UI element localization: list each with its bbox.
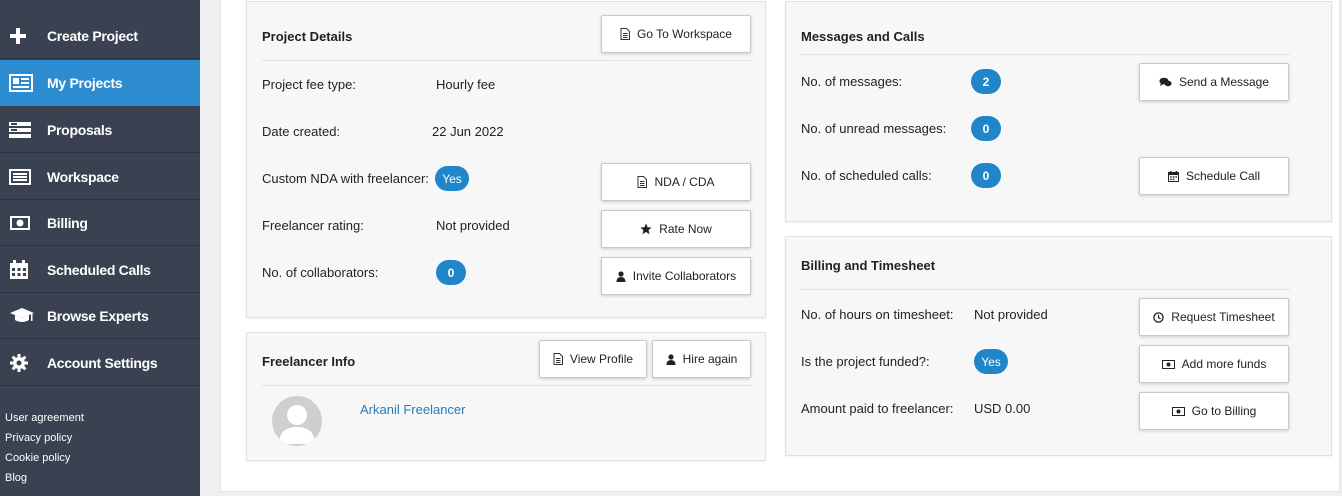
money-icon (0, 215, 47, 231)
chat-icon (1159, 77, 1172, 88)
freelancer-name-link[interactable]: Arkanil Freelancer (360, 402, 466, 417)
proposals-icon (0, 121, 47, 139)
card-title: Project Details (262, 29, 353, 44)
sidebar-item-label: Account Settings (47, 354, 158, 371)
sidebar-item-proposals[interactable]: Proposals (0, 107, 200, 153)
unread-count-badge: 0 (971, 116, 1001, 141)
sidebar-item-scheduled-calls[interactable]: Scheduled Calls (0, 247, 200, 293)
user-agreement-link[interactable]: User agreement (5, 408, 84, 428)
graduation-cap-icon (0, 307, 47, 325)
unread-count-label: No. of unread messages: (801, 121, 947, 136)
sidebar-item-label: Create Project (47, 27, 138, 44)
money-icon (1161, 359, 1175, 369)
sidebar-item-label: Scheduled Calls (47, 261, 151, 278)
collaborators-label: No. of collaborators: (262, 265, 379, 280)
freelancer-info-card: Freelancer Info View Profile Hire again … (246, 332, 766, 461)
sidebar-item-account-settings[interactable]: Account Settings (0, 340, 200, 386)
amount-paid-value: USD 0.00 (974, 401, 1031, 416)
star-icon (640, 223, 652, 235)
schedule-call-button[interactable]: Schedule Call (1139, 157, 1289, 195)
rating-value: Not provided (436, 218, 510, 233)
calls-count-label: No. of scheduled calls: (801, 168, 932, 183)
nda-status-badge: Yes (435, 166, 469, 191)
go-to-workspace-button[interactable]: Go To Workspace (601, 15, 751, 53)
date-created-label: Date created: (262, 124, 341, 139)
sidebar-item-browse-experts[interactable]: Browse Experts (0, 293, 200, 339)
funded-label: Is the project funded?: (801, 354, 930, 369)
cookie-policy-link[interactable]: Cookie policy (5, 448, 84, 468)
send-message-button[interactable]: Send a Message (1139, 63, 1289, 101)
sidebar-item-create-project[interactable]: Create Project (0, 13, 200, 59)
calendar-icon (0, 259, 47, 280)
sidebar-item-workspace[interactable]: Workspace (0, 154, 200, 200)
document-icon (637, 176, 648, 188)
sidebar-item-label: Billing (47, 214, 88, 231)
workspace-icon (0, 168, 47, 185)
request-timesheet-button[interactable]: Request Timesheet (1139, 298, 1289, 336)
invite-collaborators-button[interactable]: Invite Collaborators (601, 257, 751, 295)
footer-links: User agreement Privacy policy Cookie pol… (5, 408, 84, 488)
calendar-icon (1167, 170, 1179, 182)
rate-now-button[interactable]: Rate Now (601, 210, 751, 248)
card-title: Billing and Timesheet (801, 258, 936, 273)
add-more-funds-button[interactable]: Add more funds (1139, 345, 1289, 383)
divider (801, 54, 1290, 55)
messages-calls-card: Messages and Calls No. of messages: 2 Se… (785, 1, 1332, 222)
card-title: Messages and Calls (801, 29, 925, 44)
sidebar-item-label: Proposals (47, 121, 112, 138)
privacy-policy-link[interactable]: Privacy policy (5, 428, 84, 448)
nda-cda-button[interactable]: NDA / CDA (601, 163, 751, 201)
user-icon (666, 353, 676, 365)
document-icon (553, 353, 563, 365)
main-content: Project Details Go To Workspace Project … (220, 0, 1340, 492)
avatar[interactable] (272, 396, 322, 446)
date-created-value: 22 Jun 2022 (432, 124, 504, 139)
sidebar-item-my-projects[interactable]: My Projects (0, 60, 200, 106)
plus-icon (0, 27, 47, 45)
sidebar-item-label: My Projects (47, 74, 123, 91)
hire-again-button[interactable]: Hire again (652, 340, 751, 378)
projects-icon (0, 73, 47, 92)
money-icon (1171, 406, 1185, 416)
sidebar-item-billing[interactable]: Billing (0, 200, 200, 246)
sidebar-item-label: Browse Experts (47, 307, 149, 324)
go-to-billing-button[interactable]: Go to Billing (1139, 392, 1289, 430)
gear-icon (0, 353, 47, 373)
nda-label: Custom NDA with freelancer: (262, 171, 429, 186)
sidebar-item-label: Workspace (47, 168, 119, 185)
funded-status-badge: Yes (974, 349, 1008, 374)
hours-value: Not provided (974, 307, 1048, 322)
user-icon (616, 270, 626, 282)
divider (801, 289, 1290, 290)
sidebar: Create Project My Projects Proposals Wor… (0, 0, 200, 496)
collaborators-count-badge: 0 (436, 260, 466, 285)
fee-type-label: Project fee type: (262, 77, 356, 92)
calls-count-badge: 0 (971, 163, 1001, 188)
billing-timesheet-card: Billing and Timesheet No. of hours on ti… (785, 236, 1332, 456)
document-icon (620, 28, 631, 40)
divider (262, 60, 751, 61)
messages-count-label: No. of messages: (801, 74, 903, 89)
view-profile-button[interactable]: View Profile (539, 340, 647, 378)
fee-type-value: Hourly fee (436, 77, 496, 92)
blog-link[interactable]: Blog (5, 468, 84, 488)
clock-icon (1153, 311, 1165, 323)
hours-label: No. of hours on timesheet: (801, 307, 954, 322)
rating-label: Freelancer rating: (262, 218, 364, 233)
amount-paid-label: Amount paid to freelancer: (801, 401, 954, 416)
messages-count-badge: 2 (971, 69, 1001, 94)
project-details-card: Project Details Go To Workspace Project … (246, 1, 766, 318)
card-title: Freelancer Info (262, 354, 356, 369)
divider (262, 385, 751, 386)
